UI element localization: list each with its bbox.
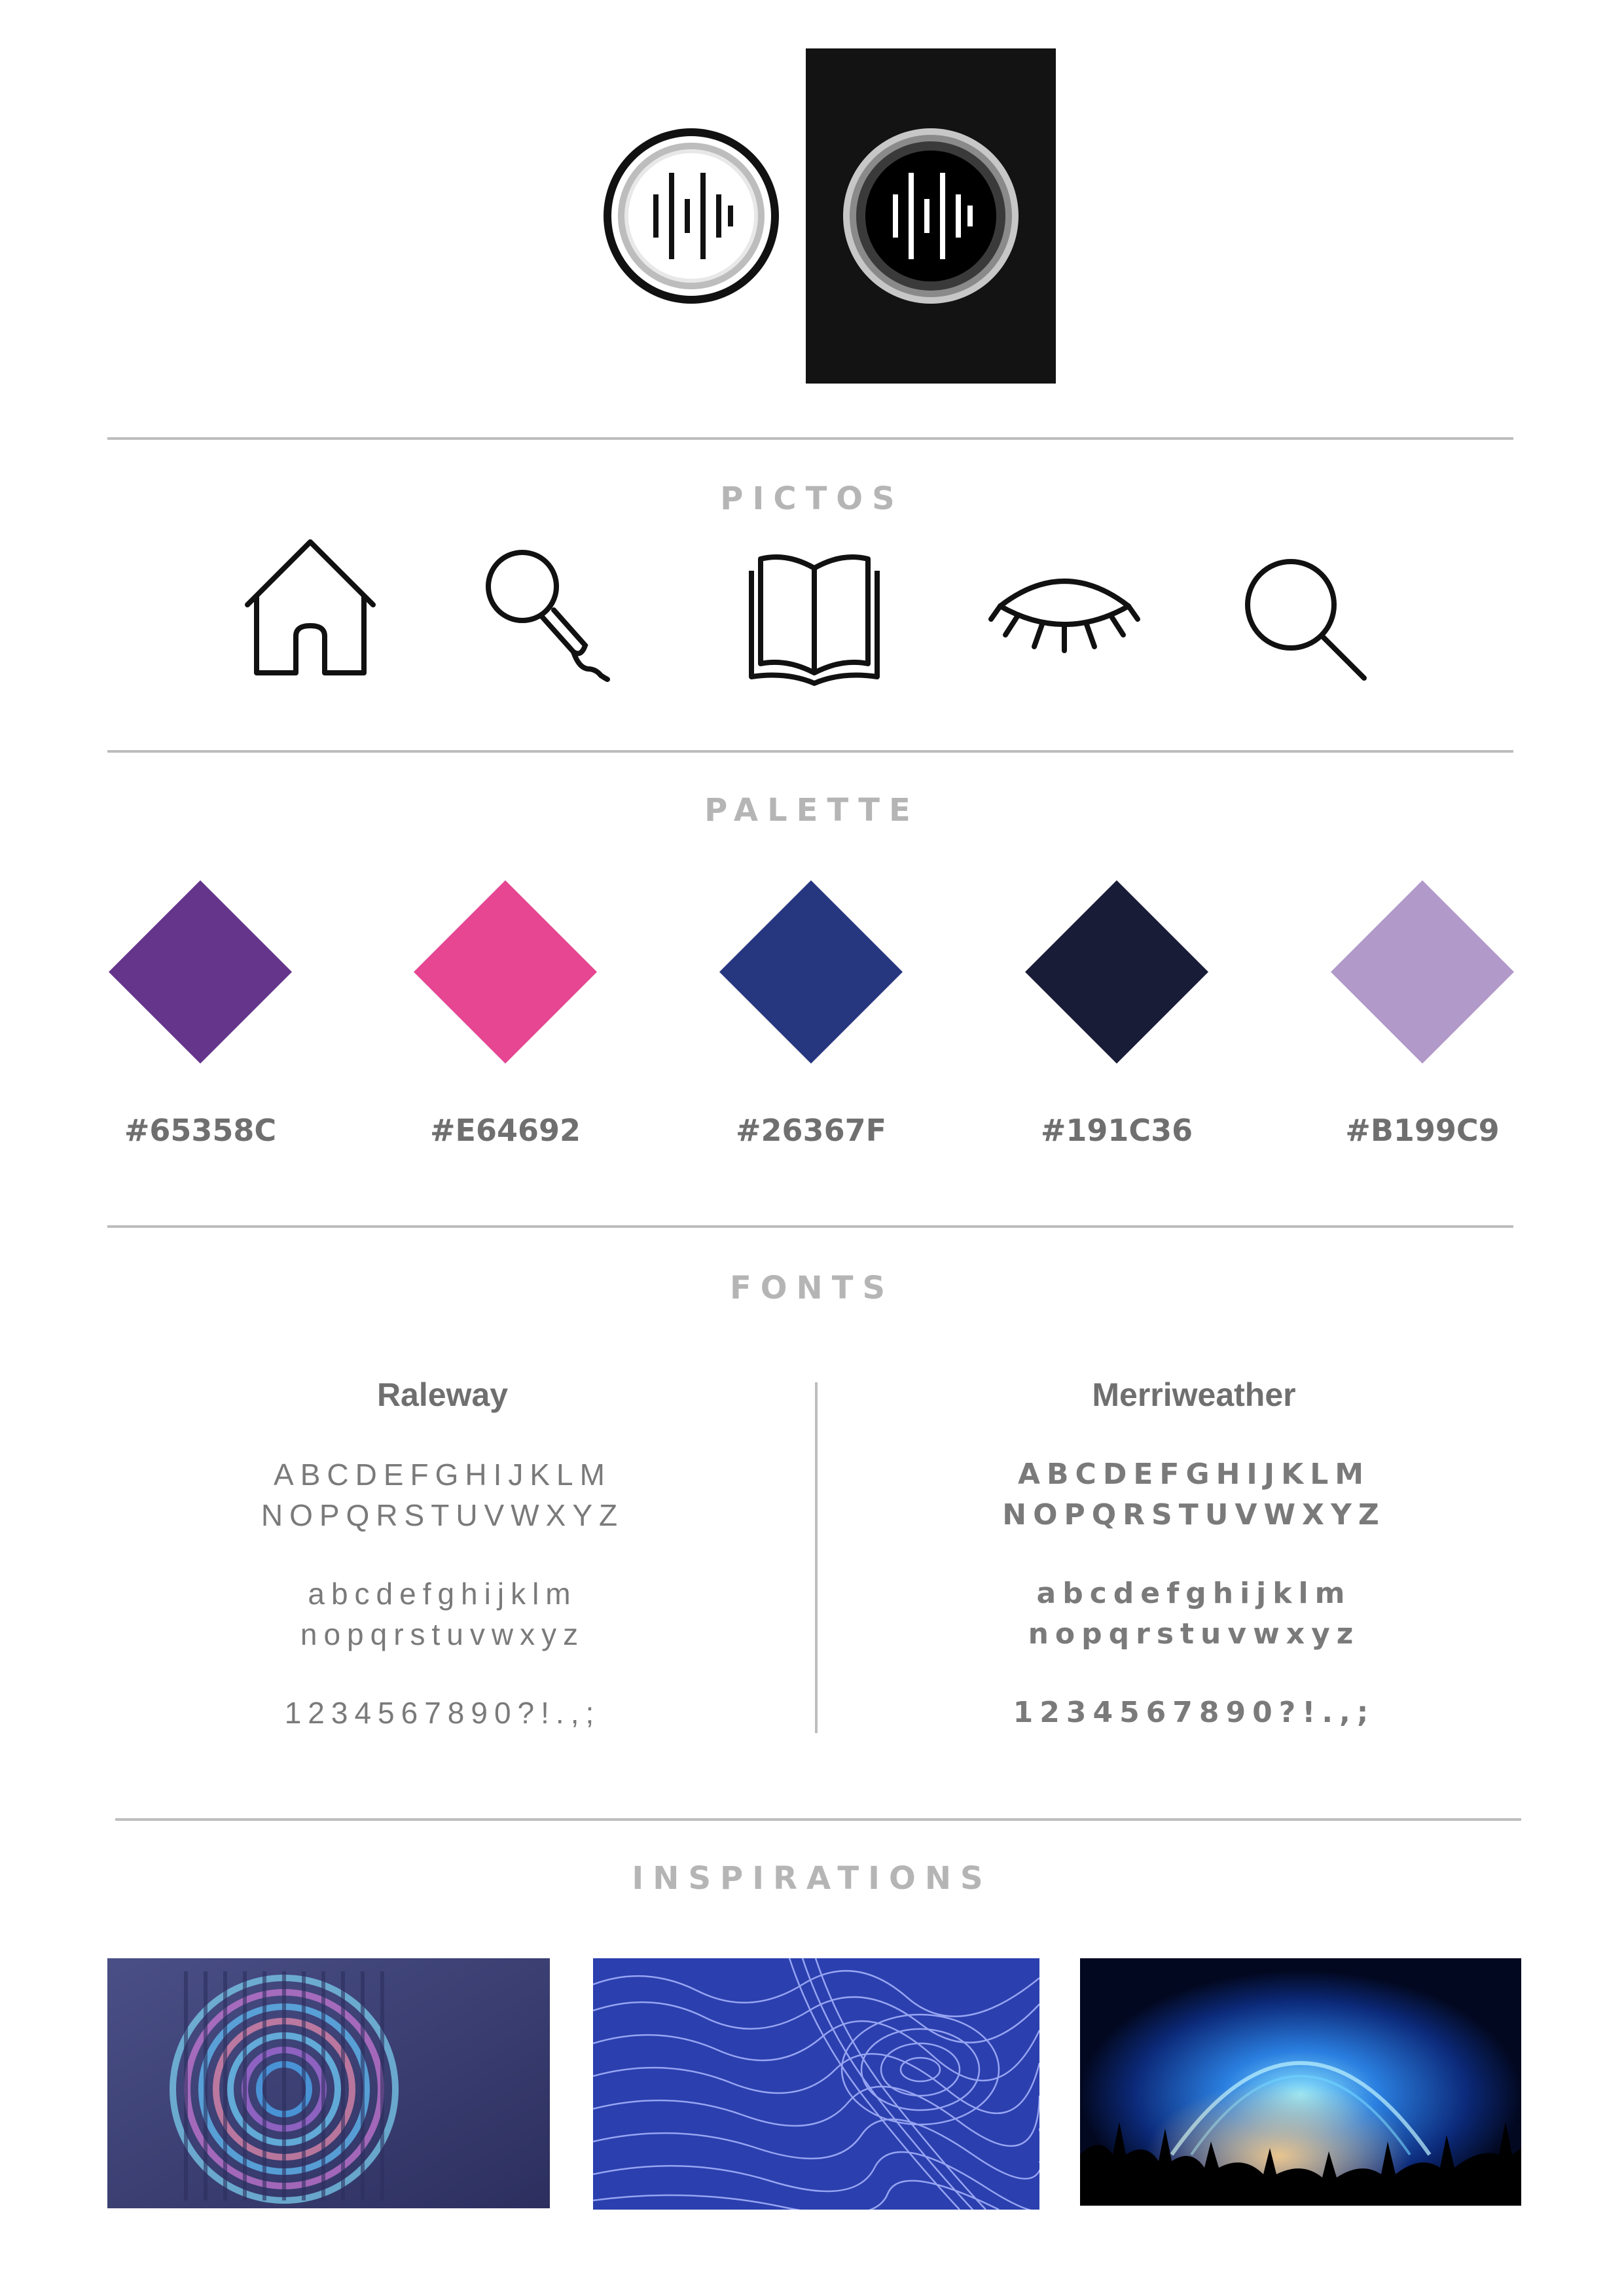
color-swatch xyxy=(719,880,903,1064)
section-title-fonts: FONTS xyxy=(729,1270,895,1306)
section-title-inspirations: INSPIRATIONS xyxy=(632,1860,992,1897)
font-name-merriweather: Merriweather xyxy=(1092,1376,1296,1413)
merriweather-uppercase: ABCDEFGHIJKLM NOPQRSTUVWXYZ xyxy=(1002,1458,1386,1532)
color-swatch xyxy=(108,880,293,1064)
font-name-raleway: Raleway xyxy=(376,1376,509,1413)
hex-code: #26367F xyxy=(736,1113,886,1148)
divider xyxy=(107,750,1513,753)
hex-code: #E64692 xyxy=(430,1113,581,1148)
font-divider xyxy=(815,1382,818,1733)
divider xyxy=(107,437,1513,440)
hex-code: #191C36 xyxy=(1040,1113,1193,1148)
merriweather-lowercase: abcdefghijklm nopqrstuvwxyz xyxy=(1028,1577,1360,1651)
closed-eye-icon xyxy=(987,567,1142,658)
microphone-icon xyxy=(483,547,614,685)
divider xyxy=(107,1225,1513,1228)
raleway-uppercase: ABCDEFGHIJKLM NOPQRSTUVWXYZ xyxy=(261,1458,624,1532)
logo-light xyxy=(601,126,782,306)
divider xyxy=(115,1818,1521,1821)
raleway-digits: 1234567890?!.,; xyxy=(284,1696,601,1730)
section-title-palette: PALETTE xyxy=(704,792,920,829)
hex-code: #65358C xyxy=(124,1113,277,1148)
spiral-soundwave-image xyxy=(107,1958,550,2208)
concert-stage-image xyxy=(1080,1958,1521,2206)
color-swatch xyxy=(1330,880,1515,1064)
house-icon xyxy=(242,537,380,681)
hex-code: #B199C9 xyxy=(1345,1113,1500,1148)
color-swatch xyxy=(413,880,598,1064)
logo-dark-panel xyxy=(806,48,1056,384)
magnifier-icon xyxy=(1242,556,1371,685)
section-title-pictos: PICTOS xyxy=(720,480,904,517)
merriweather-digits: 1234567890?!.,; xyxy=(1013,1696,1375,1729)
topographic-lines-image xyxy=(593,1958,1039,2210)
open-book-icon xyxy=(748,548,881,686)
color-swatch xyxy=(1024,880,1209,1064)
raleway-lowercase: abcdefghijklm nopqrstuvwxyz xyxy=(300,1577,585,1651)
